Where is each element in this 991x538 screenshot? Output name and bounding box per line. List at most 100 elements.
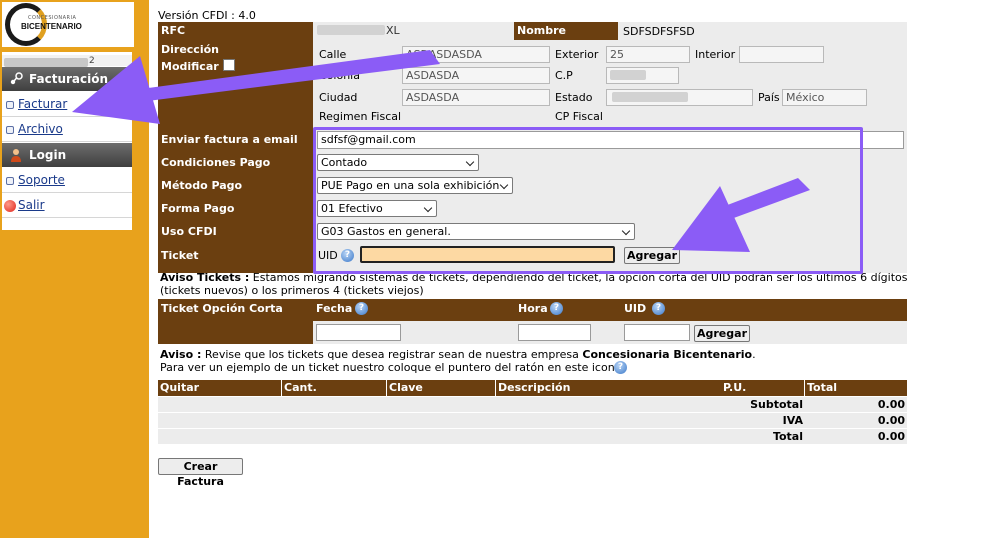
pais-field[interactable]: México [782, 89, 867, 106]
email-field[interactable]: sdfsf@gmail.com [317, 131, 904, 149]
metodo-select[interactable]: PUE Pago en una sola exhibición [317, 177, 513, 194]
total-label: Total [772, 430, 803, 443]
sidebar-item-label: Archivo [18, 122, 63, 136]
company-logo: CONCESIONARIA BICENTENARIO [2, 2, 134, 47]
colonia-label: Colonia [319, 69, 360, 82]
user-strip: 2 [2, 55, 132, 67]
fecha-label: Fecha [316, 302, 353, 315]
logo-big-text: BICENTENARIO [21, 22, 82, 31]
sidebar-item-facturar[interactable]: Facturar [2, 92, 132, 117]
uid-input[interactable] [360, 246, 615, 263]
modificar-checkbox[interactable] [223, 59, 235, 71]
logo-small-text: CONCESIONARIA [28, 15, 77, 21]
sidebar-item-soporte[interactable]: Soporte [2, 168, 132, 193]
col-total: Total [807, 381, 838, 394]
ticket-corto-left-cell [158, 321, 313, 344]
sidebar-item-label: Facturar [18, 97, 68, 111]
condiciones-label: Condiciones Pago [161, 156, 271, 169]
exit-icon [4, 200, 16, 212]
rfc-value-redacted [317, 25, 385, 35]
uso-value: G03 Gastos en general. [321, 225, 451, 238]
agregar-corto-button[interactable]: Agregar [694, 325, 750, 342]
ticket-label: Ticket [161, 249, 199, 262]
interior-field[interactable] [739, 46, 824, 63]
col-divider [281, 380, 282, 396]
chevron-down-icon [621, 226, 631, 236]
calle-field[interactable]: ASDASDASDA [402, 46, 550, 63]
col-quitar: Quitar [160, 381, 200, 394]
condiciones-value: Contado [321, 156, 368, 169]
uso-select[interactable]: G03 Gastos en general. [317, 223, 635, 240]
fecha-input[interactable] [316, 324, 401, 341]
menu-header-facturacion: Facturación [2, 67, 132, 91]
hora-label: Hora [518, 302, 548, 315]
ciudad-label: Ciudad [319, 91, 358, 104]
aviso-title: Aviso : [160, 348, 202, 361]
bullet-icon [6, 177, 14, 185]
cp-fiscal-label: CP Fiscal [555, 110, 603, 123]
ticket-example-help-icon[interactable]: ? [614, 361, 627, 374]
total-value: 0.00 [877, 430, 905, 443]
uid-corto-label: UID [624, 302, 647, 315]
email-label: Enviar factura a email [161, 133, 298, 146]
bullet-icon [6, 126, 14, 134]
chevron-down-icon [465, 157, 475, 167]
agregar-button[interactable]: Agregar [624, 247, 680, 264]
chevron-down-icon [423, 203, 433, 213]
aviso: Aviso : Revise que los tickets que desea… [160, 348, 756, 374]
menu-header-label: Login [29, 148, 67, 162]
iva-label: IVA [782, 414, 803, 427]
sidebar-item-salir[interactable]: Salir [2, 193, 132, 218]
aviso-tickets-text1: Estamos migrando sistemas de tickets, de… [249, 271, 908, 284]
modificar-label: Modificar [161, 60, 219, 73]
col-cant: Cant. [284, 381, 317, 394]
fecha-help-icon[interactable]: ? [355, 302, 368, 315]
sidebar-menu: 2 Facturación Facturar Archivo Login Sop… [2, 52, 132, 230]
uso-label: Uso CFDI [161, 225, 217, 238]
hora-input[interactable] [518, 324, 591, 341]
aviso-tickets-text2: (tickets nuevos) o los primeros 4 (ticke… [160, 284, 424, 297]
metodo-label: Método Pago [161, 179, 243, 192]
version-label: Versión CFDI : 4.0 [158, 9, 256, 22]
menu-header-label: Facturación [29, 72, 109, 86]
aviso-text1-end: . [752, 348, 756, 361]
hora-help-icon[interactable]: ? [550, 302, 563, 315]
cp-label: C.P [555, 69, 573, 82]
menu-header-login: Login [2, 143, 132, 167]
uid-corto-input[interactable] [624, 324, 690, 341]
rfc-value-suffix: XL [386, 24, 400, 37]
col-descripcion: Descripción [498, 381, 571, 394]
col-pu: P.U. [723, 381, 747, 394]
metodo-value: PUE Pago en una sola exhibición [321, 179, 500, 192]
interior-label: Interior [695, 48, 736, 61]
nombre-value: SDFSDFSFSD [623, 25, 695, 38]
colonia-field[interactable]: ASDASDA [402, 67, 550, 84]
rfc-label: RFC [161, 24, 186, 37]
crear-factura-button[interactable]: Crear Factura [158, 458, 243, 488]
subtotal-row: Subtotal 0.00 [158, 396, 907, 412]
col-divider [495, 380, 496, 396]
sidebar-item-archivo[interactable]: Archivo [2, 117, 132, 142]
aviso-company: Concesionaria Bicentenario [582, 348, 753, 361]
condiciones-select[interactable]: Contado [317, 154, 479, 171]
steam-icon [10, 72, 23, 85]
estado-label: Estado [555, 91, 593, 104]
uid-help-icon[interactable]: ? [652, 302, 665, 315]
nombre-label: Nombre [514, 22, 618, 40]
sidebar-item-label: Soporte [18, 173, 65, 187]
aviso-tickets: Aviso Tickets : Estamos migrando sistema… [160, 271, 910, 297]
exterior-field[interactable]: 25 [606, 46, 690, 63]
regimen-label: Regimen Fiscal [319, 110, 402, 123]
sidebar: CONCESIONARIA BICENTENARIO 2 Facturación… [0, 0, 149, 538]
forma-value: 01 Efectivo [321, 202, 383, 215]
ciudad-field[interactable]: ASDASDA [402, 89, 550, 106]
col-divider [804, 380, 805, 396]
aviso-text2: Para ver un ejemplo de un ticket nuestro… [160, 361, 622, 374]
aviso-tickets-title: Aviso Tickets : [160, 271, 250, 284]
iva-row: IVA 0.00 [158, 412, 907, 428]
forma-label: Forma Pago [161, 202, 235, 215]
iva-value: 0.00 [877, 414, 905, 427]
forma-select[interactable]: 01 Efectivo [317, 200, 437, 217]
ticket-corto-label: Ticket Opción Corta [161, 302, 283, 315]
help-icon[interactable]: ? [341, 249, 354, 262]
